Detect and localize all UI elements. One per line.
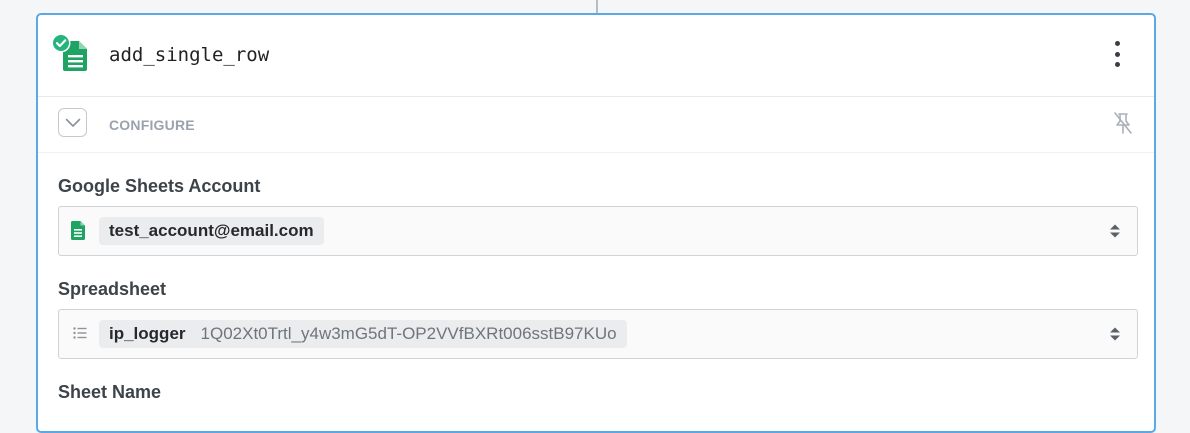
configure-section-header[interactable]: CONFIGURE — [38, 96, 1154, 153]
spreadsheet-select[interactable]: ip_logger 1Q02Xt0Trtl_y4w3mG5dT-OP2VVfBX… — [58, 309, 1138, 359]
spreadsheet-field-label: Spreadsheet — [58, 279, 167, 299]
spreadsheet-id: 1Q02Xt0Trtl_y4w3mG5dT-OP2VVfBXRt006sstB9… — [200, 324, 617, 343]
sheet-name-field-label: Sheet Name — [58, 382, 162, 402]
unpin-icon[interactable] — [1112, 111, 1134, 135]
chevron-down-icon — [65, 118, 80, 127]
account-field-label: Google Sheets Account — [58, 176, 261, 196]
google-sheets-icon — [51, 33, 87, 71]
google-sheets-icon — [71, 221, 85, 240]
sort-arrows-icon — [1110, 224, 1120, 238]
success-check-icon — [51, 33, 71, 53]
spreadsheet-value-chip: ip_logger 1Q02Xt0Trtl_y4w3mG5dT-OP2VVfBX… — [99, 320, 627, 348]
flow-connector-line — [596, 0, 598, 14]
more-options-icon[interactable] — [1108, 41, 1126, 67]
sort-arrows-icon — [1110, 327, 1120, 341]
step-title[interactable]: add_single_row — [109, 44, 269, 66]
step-card: add_single_row CONFIGURE Google Sheets A… — [36, 13, 1156, 433]
spreadsheet-name: ip_logger — [109, 324, 186, 343]
account-select[interactable]: test_account@email.com — [58, 206, 1138, 256]
configure-label: CONFIGURE — [109, 117, 195, 133]
list-icon — [73, 327, 87, 339]
account-value-chip: test_account@email.com — [99, 217, 324, 245]
collapse-toggle-button[interactable] — [58, 108, 87, 137]
step-header[interactable]: add_single_row — [38, 15, 1154, 97]
account-value: test_account@email.com — [109, 221, 314, 240]
